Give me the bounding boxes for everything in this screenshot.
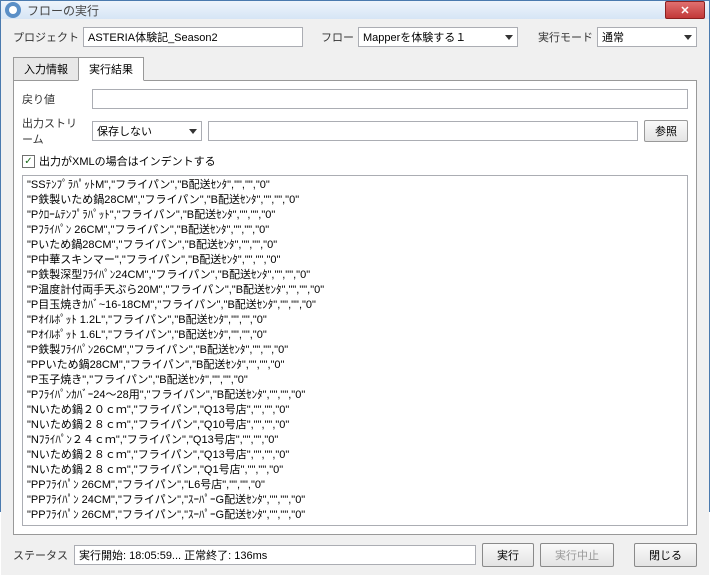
tab-input-info[interactable]: 入力情報	[13, 57, 79, 81]
chevron-down-icon	[505, 35, 513, 40]
output-line: "Pﾌﾗｲﾊﾟﾝｶﾊﾞｰ24～28用","フライパン","B配送ｾﾝﾀ","",…	[27, 388, 683, 403]
content-area: プロジェクト フロー Mapperを体験する１ 実行モード 通常 入力情報 実行…	[1, 19, 709, 575]
window-title: フローの実行	[27, 2, 665, 19]
app-icon	[5, 2, 21, 18]
return-value-field[interactable]	[92, 89, 688, 109]
cancel-run-button: 実行中止	[540, 543, 614, 567]
output-line: "Pいため鍋28CM","フライパン","B配送ｾﾝﾀ","","","0"	[27, 238, 683, 253]
chevron-down-icon	[684, 35, 692, 40]
output-line: "PPﾌﾗｲﾊﾟﾝ 26CM","フライパン","L6号店","","","0"	[27, 478, 683, 493]
mode-label: 実行モード	[538, 29, 593, 45]
close-button[interactable]: 閉じる	[634, 543, 697, 567]
output-line: "Nいため鍋２８ｃｍ","フライパン","Q13号店","","","0"	[27, 448, 683, 463]
output-line: "PPﾌﾗｲﾊﾟﾝ 26CM","フライパン","ｽｰﾊﾟｰG配送ｾﾝﾀ",""…	[27, 508, 683, 523]
output-line: "Pｵｲﾙﾎﾟｯﾄ 1.6L","フライパン","B配送ｾﾝﾀ","","","…	[27, 328, 683, 343]
output-stream-label: 出力ストリーム	[22, 115, 86, 147]
output-line: "PPいため鍋28CM","フライパン","B配送ｾﾝﾀ","","","0"	[27, 358, 683, 373]
output-line: "SSﾃﾝﾌﾟﾗﾊﾟｯﾄM","フライパン","B配送ｾﾝﾀ","","","0…	[27, 178, 683, 193]
output-line: "Nいため鍋２０ｃｍ","フライパン","Q13号店","","","0"	[27, 403, 683, 418]
output-line: "Pﾌﾗｲﾊﾟﾝ 26CM","フライパン","B配送ｾﾝﾀ","","","0…	[27, 223, 683, 238]
output-path-field[interactable]	[208, 121, 638, 141]
flow-combo-value: Mapperを体験する１	[363, 29, 466, 45]
output-stream-value: 保存しない	[97, 123, 152, 139]
top-form: プロジェクト フロー Mapperを体験する１ 実行モード 通常	[1, 19, 709, 55]
status-label: ステータス	[13, 547, 68, 563]
output-line: "Nﾌﾗｲﾊﾟﾝ２４ｃｍ","フライパン","Q13号店","","","0"	[27, 433, 683, 448]
flow-combo[interactable]: Mapperを体験する１	[358, 27, 518, 47]
chevron-down-icon	[189, 129, 197, 134]
output-line: "P中華スキンマー","フライパン","B配送ｾﾝﾀ","","","0"	[27, 253, 683, 268]
run-button[interactable]: 実行	[482, 543, 534, 567]
output-stream-row: 出力ストリーム 保存しない 参照	[22, 115, 688, 147]
tab-bar: 入力情報 実行結果	[1, 57, 709, 81]
output-line: "Nいため鍋２８ｃｍ","フライパン","Q1号店","","","0"	[27, 463, 683, 478]
browse-button[interactable]: 参照	[644, 120, 688, 142]
output-line: "P鉄製いため鍋28CM","フライパン","B配送ｾﾝﾀ","","","0"	[27, 193, 683, 208]
titlebar: フローの実行 ✕	[1, 1, 709, 19]
return-label: 戻り値	[22, 91, 86, 107]
output-line: "Nいため鍋２８ｃｍ","フライパン","Q10号店","","","0"	[27, 418, 683, 433]
mode-combo-value: 通常	[602, 29, 624, 45]
output-text-area[interactable]: "SSﾃﾝﾌﾟﾗﾊﾟｯﾄM","フライパン","B配送ｾﾝﾀ","","","0…	[22, 175, 688, 526]
tab-result[interactable]: 実行結果	[78, 57, 144, 81]
output-line: "Pｸﾛｰﾑﾃﾝﾌﾟﾗﾊﾟｯﾄ","フライパン","B配送ｾﾝﾀ","","",…	[27, 208, 683, 223]
close-icon[interactable]: ✕	[665, 1, 705, 19]
output-line: "PPﾌﾗｲﾊﾟﾝ 24CM","フライパン","ｽｰﾊﾟｰG配送ｾﾝﾀ",""…	[27, 493, 683, 508]
output-line: "P鉄製深型ﾌﾗｲﾊﾟﾝ24CM","フライパン","B配送ｾﾝﾀ","",""…	[27, 268, 683, 283]
output-stream-combo[interactable]: 保存しない	[92, 121, 202, 141]
bottom-bar: ステータス 実行 実行中止 閉じる	[1, 535, 709, 575]
indent-checkbox-row: 出力がXMLの場合はインデントする	[22, 153, 688, 169]
output-line: "Pｵｲﾙﾎﾟｯﾄ 1.2L","フライパン","B配送ｾﾝﾀ","","","…	[27, 313, 683, 328]
project-field[interactable]	[83, 27, 303, 47]
status-field[interactable]	[74, 545, 476, 565]
mode-combo[interactable]: 通常	[597, 27, 697, 47]
output-line: "P温度計付両手天ぷら20M","フライパン","B配送ｾﾝﾀ","","","…	[27, 283, 683, 298]
return-value-row: 戻り値	[22, 89, 688, 109]
output-line: "P玉子焼き","フライパン","B配送ｾﾝﾀ","","","0"	[27, 373, 683, 388]
project-label: プロジェクト	[13, 29, 79, 45]
output-line: "P目玉焼きｶﾊﾞ~16-18CM","フライパン","B配送ｾﾝﾀ","","…	[27, 298, 683, 313]
output-line: "P鉄製ﾌﾗｲﾊﾟﾝ26CM","フライパン","B配送ｾﾝﾀ","","","…	[27, 343, 683, 358]
tab-content: 戻り値 出力ストリーム 保存しない 参照 出力がXMLの場合はインデントする "…	[13, 80, 697, 535]
flow-label: フロー	[321, 29, 354, 45]
dialog-window: フローの実行 ✕ プロジェクト フロー Mapperを体験する１ 実行モード 通…	[0, 0, 710, 512]
indent-checkbox[interactable]	[22, 155, 35, 168]
indent-label: 出力がXMLの場合はインデントする	[39, 153, 216, 169]
